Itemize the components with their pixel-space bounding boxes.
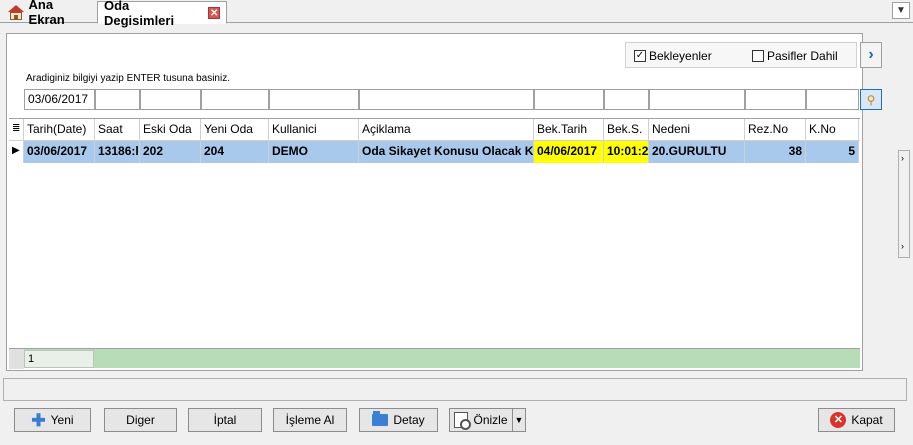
yeni-button[interactable]: ✚ Yeni bbox=[14, 408, 91, 432]
checkbox-label: Pasifler Dahil bbox=[767, 49, 838, 63]
next-button[interactable]: › bbox=[860, 42, 882, 68]
main-panel: ✓ Bekleyenler Pasifler Dahil › Aradigini… bbox=[6, 33, 882, 371]
search-hint: Aradiginiz bilgiyi yazip ENTER tusuna ba… bbox=[26, 73, 230, 84]
button-label: Diger bbox=[126, 413, 155, 427]
column-header[interactable]: Bek.S. bbox=[604, 119, 649, 141]
search-input-date[interactable]: 03/06/2017 bbox=[24, 89, 95, 110]
iptal-button[interactable]: İptal bbox=[188, 408, 262, 432]
close-icon[interactable]: ✕ bbox=[208, 6, 220, 19]
column-header[interactable]: Kullanici bbox=[269, 119, 359, 141]
search-input-kullanici[interactable] bbox=[269, 89, 359, 110]
search-input-bek-tarih[interactable] bbox=[534, 89, 604, 110]
search-input-k-no[interactable] bbox=[806, 89, 859, 110]
filter-box: ✓ Bekleyenler Pasifler Dahil bbox=[625, 42, 857, 68]
grid-header: ≣ Tarih(Date) Saat Eski Oda Yeni Oda Kul… bbox=[9, 119, 860, 141]
table-cell[interactable]: 10:01:2 bbox=[604, 141, 649, 163]
search-input-yeni-oda[interactable] bbox=[201, 89, 269, 110]
column-header[interactable]: Tarih(Date) bbox=[24, 119, 95, 141]
diger-button[interactable]: Diger bbox=[104, 408, 177, 432]
pasifler-checkbox[interactable]: Pasifler Dahil bbox=[752, 49, 838, 63]
chevron-down-icon: ▼ bbox=[514, 415, 524, 425]
isleme-al-button[interactable]: İşleme Al bbox=[273, 408, 347, 432]
data-grid: ≣ Tarih(Date) Saat Eski Oda Yeni Oda Kul… bbox=[9, 118, 860, 348]
table-cell[interactable]: 13186:l bbox=[95, 141, 140, 163]
checkbox-unchecked-icon bbox=[752, 50, 764, 62]
folder-icon bbox=[372, 411, 389, 426]
button-label: Detay bbox=[393, 413, 425, 427]
search-input-rez-no[interactable] bbox=[745, 89, 806, 110]
tab-strip: Ana Ekran Oda Degisimleri ✕ ▼ bbox=[0, 0, 913, 28]
table-cell[interactable]: 20.GURULTU bbox=[649, 141, 745, 163]
tab-label: Oda Degisimleri bbox=[104, 0, 175, 28]
table-cell[interactable]: 204 bbox=[201, 141, 269, 163]
plus-icon: ✚ bbox=[31, 410, 46, 430]
checkbox-label: Bekleyenler bbox=[649, 49, 712, 63]
onizle-dropdown-button[interactable]: ▼ bbox=[512, 408, 526, 432]
button-label: İptal bbox=[213, 413, 237, 427]
table-cell[interactable]: 03/06/2017 bbox=[24, 141, 95, 163]
grid-footer: 1 bbox=[9, 348, 860, 369]
record-count: 1 bbox=[24, 350, 94, 368]
chevron-down-icon[interactable]: ▼ bbox=[892, 2, 910, 19]
column-header[interactable]: Yeni Oda bbox=[201, 119, 269, 141]
search-input-aciklama[interactable] bbox=[359, 89, 534, 110]
table-cell[interactable]: Oda Sikayet Konusu Olacak Ka bbox=[359, 141, 534, 163]
detay-button[interactable]: Detay bbox=[359, 408, 438, 432]
footer-indicator bbox=[9, 349, 24, 369]
table-cell[interactable]: 202 bbox=[140, 141, 201, 163]
search-input-saat[interactable] bbox=[95, 89, 140, 110]
column-header[interactable]: Bek.Tarih bbox=[534, 119, 604, 141]
bekleyenler-checkbox[interactable]: ✓ Bekleyenler bbox=[634, 49, 712, 63]
chevron-right-icon: › bbox=[901, 241, 904, 251]
table-cell[interactable]: 04/06/2017 bbox=[534, 141, 604, 163]
side-panel-toggle[interactable]: › › bbox=[898, 150, 910, 258]
button-label: Yeni bbox=[50, 413, 74, 427]
search-input-eski-oda[interactable] bbox=[140, 89, 201, 110]
filter-icon: ⚲ bbox=[866, 92, 876, 107]
column-header[interactable]: K.No bbox=[806, 119, 859, 141]
search-input-nedeni[interactable] bbox=[649, 89, 745, 110]
row-pointer-icon: ▶ bbox=[9, 141, 24, 163]
column-header[interactable]: Eski Oda bbox=[140, 119, 201, 141]
search-row: 03/06/2017 bbox=[24, 89, 860, 110]
search-input-bek-s[interactable] bbox=[604, 89, 649, 110]
onizle-button[interactable]: Önizle bbox=[449, 408, 513, 432]
button-label: İşleme Al bbox=[285, 413, 335, 427]
button-label: Önizle bbox=[473, 413, 508, 427]
preview-icon bbox=[454, 412, 472, 430]
search-filter-button[interactable]: ⚲ bbox=[860, 89, 882, 110]
table-cell[interactable]: 5 bbox=[806, 141, 859, 163]
close-icon: ✕ bbox=[830, 412, 847, 428]
column-header[interactable]: Rez.No bbox=[745, 119, 806, 141]
table-row[interactable]: ▶ 03/06/2017 13186:l 202 204 DEMO Oda Si… bbox=[9, 141, 860, 163]
tab-ana-ekran[interactable]: Ana Ekran bbox=[2, 0, 97, 27]
kapat-button[interactable]: ✕ Kapat bbox=[818, 408, 895, 432]
button-label: Kapat bbox=[851, 413, 883, 427]
table-cell[interactable]: DEMO bbox=[269, 141, 359, 163]
checkbox-checked-icon: ✓ bbox=[634, 50, 646, 62]
tab-label: Ana Ekran bbox=[28, 0, 65, 27]
table-cell[interactable]: 38 bbox=[745, 141, 806, 163]
column-header[interactable]: Nedeni bbox=[649, 119, 745, 141]
column-chooser-icon[interactable]: ≣ bbox=[9, 119, 24, 141]
status-bar bbox=[3, 378, 907, 401]
chevron-right-icon: › bbox=[901, 153, 904, 163]
column-header[interactable]: Açiklama bbox=[359, 119, 534, 141]
tab-oda-degisimleri[interactable]: Oda Degisimleri ✕ bbox=[97, 0, 227, 28]
column-header[interactable]: Saat bbox=[95, 119, 140, 141]
home-icon bbox=[8, 4, 24, 20]
